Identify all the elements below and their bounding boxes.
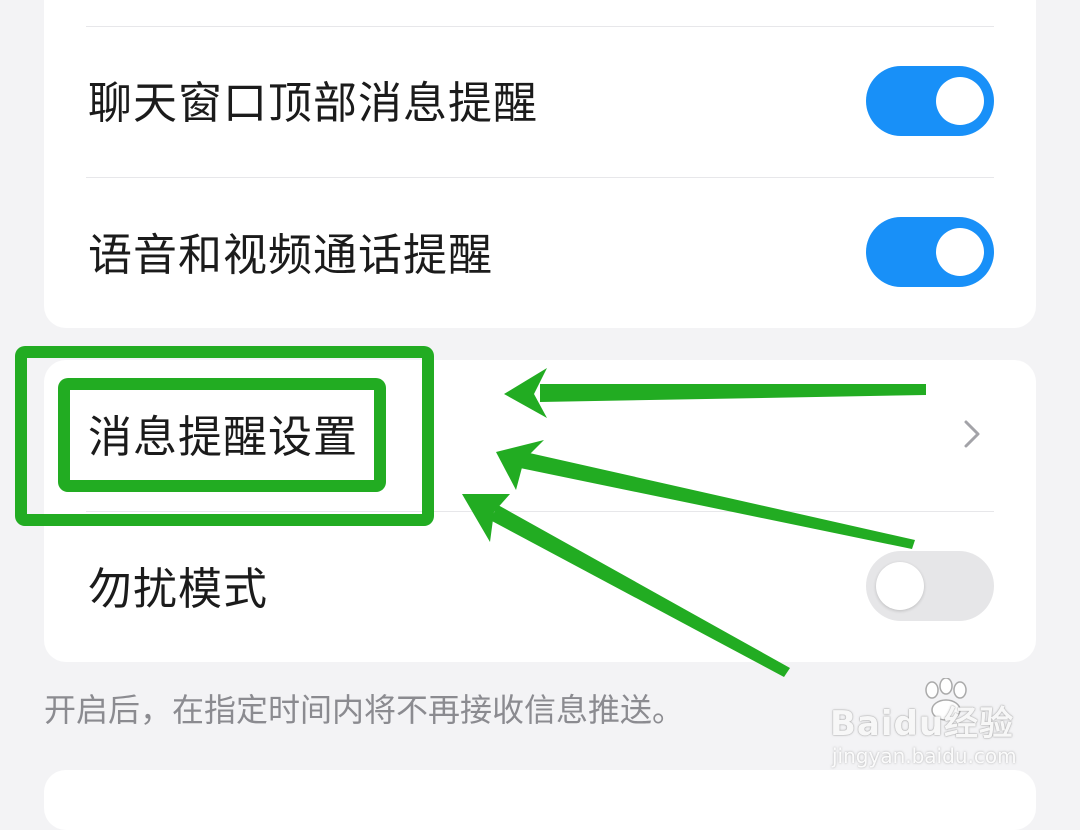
annotation-arrows	[462, 368, 926, 677]
watermark-url-text: jingyan.baidu.com	[832, 744, 1017, 768]
arrow-2-shaft	[520, 452, 915, 549]
arrow-3-shaft	[490, 505, 790, 677]
watermark-main-text: Baidu经验	[830, 704, 1015, 744]
arrow-1-shaft	[540, 384, 926, 402]
baidu-watermark: Baidu经验 jingyan.baidu.com	[830, 678, 1030, 770]
